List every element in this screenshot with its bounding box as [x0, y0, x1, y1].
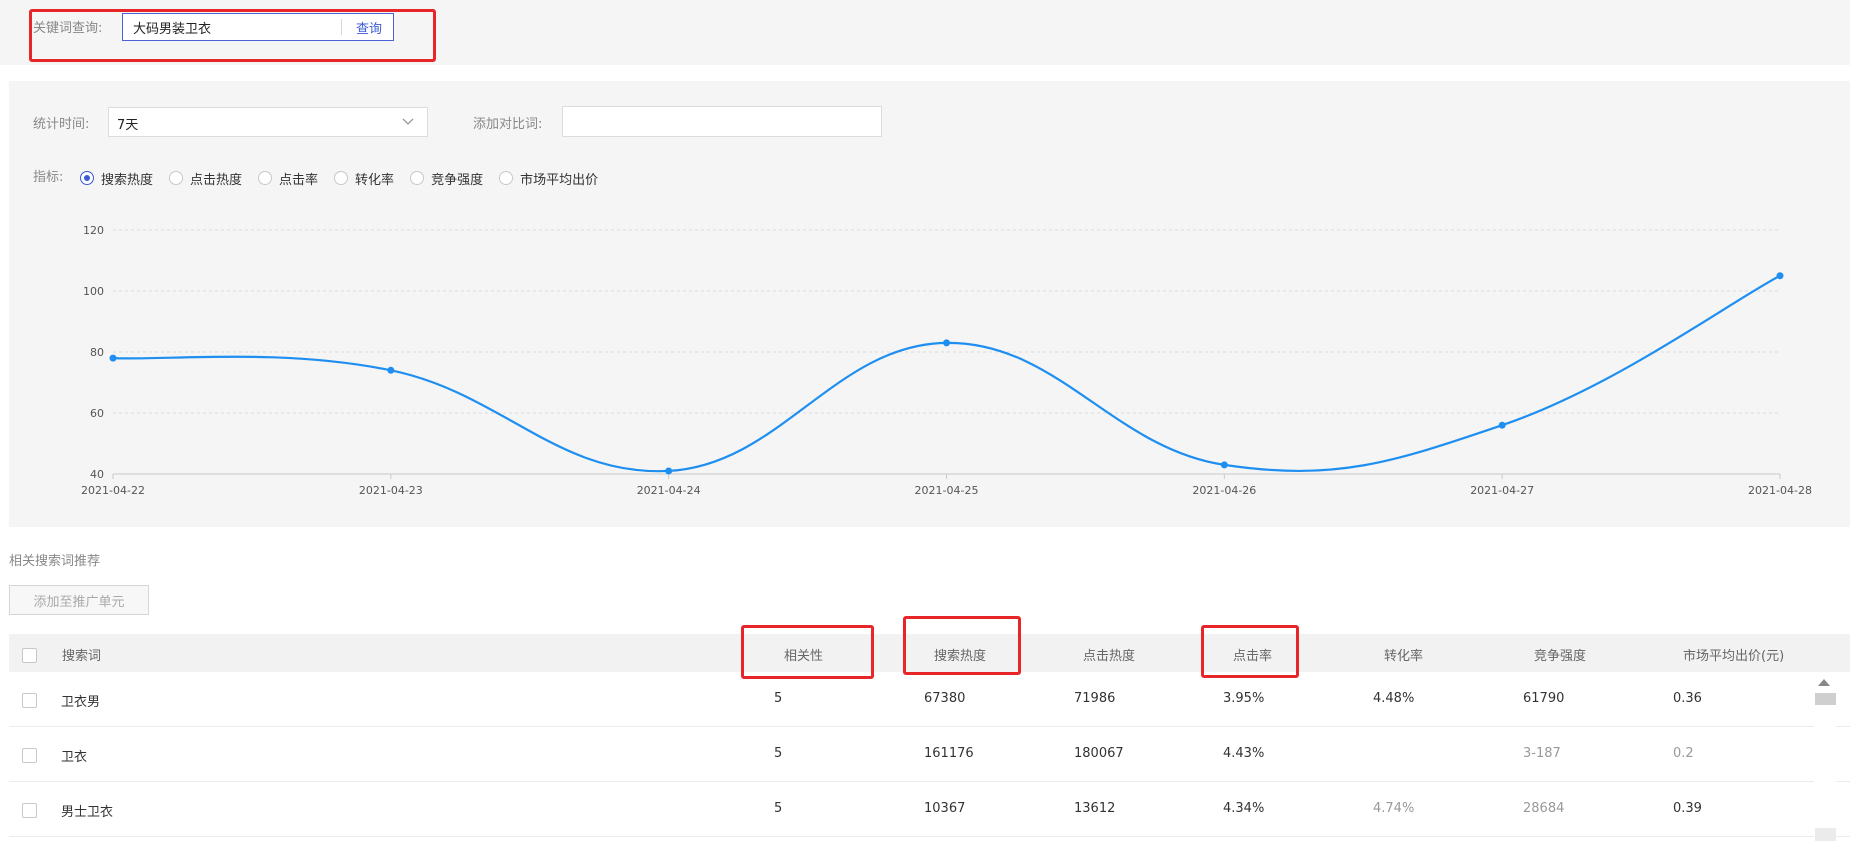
radio-icon [258, 171, 273, 185]
compare-keyword-input[interactable] [562, 106, 882, 137]
cell-ctr: 4.43% [1223, 746, 1265, 761]
cell-ctr: 4.34% [1223, 801, 1265, 816]
metric-option-label: 点击率 [279, 172, 319, 188]
cell-keyword: 男士卫衣 [61, 805, 114, 820]
table-header: 搜索词 相关性 搜索热度 点击热度 点击率 转化率 竞争强度 市场平均出价(元) [9, 634, 1850, 672]
cell-relevance: 5 [774, 746, 783, 761]
trend-chart-panel [9, 81, 1850, 527]
metric-radio-avg-bid[interactable]: 市场平均出价 [499, 169, 598, 188]
keyword-input[interactable] [133, 14, 343, 40]
related-keywords-title: 相关搜索词推荐 [9, 554, 101, 569]
keyword-search-panel: 关键词查询: 查询 [0, 0, 1850, 65]
cell-relevance: 5 [774, 691, 783, 706]
column-header-relevance[interactable]: 相关性 [784, 645, 823, 664]
radio-icon [169, 171, 184, 185]
scroll-up-arrow-icon[interactable] [1818, 679, 1830, 686]
metric-radio-group: 搜索热度 点击热度 点击率 转化率 竞争强度 市场平均出价 [80, 169, 614, 188]
row-checkbox[interactable] [22, 693, 37, 708]
time-range-label: 统计时间: [33, 117, 90, 132]
column-header-keyword[interactable]: 搜索词 [62, 645, 101, 664]
cell-competition: 3-187 [1523, 746, 1561, 761]
cell-click-heat: 71986 [1074, 691, 1116, 706]
keyword-label: 关键词查询: [33, 21, 103, 36]
metric-option-label: 竞争强度 [431, 172, 484, 188]
cell-competition: 61790 [1523, 691, 1565, 706]
column-header-avg-bid[interactable]: 市场平均出价(元) [1683, 645, 1784, 664]
metric-option-label: 转化率 [355, 172, 395, 188]
table-row[interactable]: 卫衣男 5 67380 71986 3.95% 4.48% 61790 0.36 [9, 672, 1850, 727]
metric-radio-click-heat[interactable]: 点击热度 [169, 169, 242, 188]
column-header-search-heat[interactable]: 搜索热度 [934, 645, 986, 664]
metric-radio-competition[interactable]: 竞争强度 [410, 169, 483, 188]
row-checkbox[interactable] [22, 748, 37, 763]
time-range-select[interactable]: 7天 [108, 107, 428, 137]
metric-radio-search-heat[interactable]: 搜索热度 [80, 169, 153, 188]
cell-avg-bid: 0.39 [1673, 801, 1702, 816]
cell-ctr: 3.95% [1223, 691, 1265, 706]
keyword-divider [341, 19, 342, 35]
cell-click-heat: 180067 [1074, 746, 1124, 761]
chevron-down-icon [402, 118, 414, 125]
column-header-ctr[interactable]: 点击率 [1233, 645, 1272, 664]
metric-radio-ctr[interactable]: 点击率 [258, 169, 318, 188]
metric-option-label: 点击热度 [190, 172, 243, 188]
cell-keyword: 卫衣 [61, 750, 88, 765]
time-range-value: 7天 [117, 118, 139, 133]
cell-conversion: 4.74% [1373, 801, 1415, 816]
scrollbar-thumb[interactable] [1815, 693, 1836, 705]
table-row[interactable]: 男士卫衣 5 10367 13612 4.34% 4.74% 28684 0.3… [9, 782, 1850, 837]
metric-radio-conversion[interactable]: 转化率 [334, 169, 394, 188]
query-button[interactable]: 查询 [343, 14, 395, 40]
column-header-competition[interactable]: 竞争强度 [1534, 645, 1586, 664]
compare-keyword-label: 添加对比词: [473, 117, 543, 132]
metric-option-label: 搜索热度 [101, 172, 154, 188]
cell-keyword: 卫衣男 [61, 695, 101, 710]
radio-icon [410, 171, 425, 185]
cell-conversion: 4.48% [1373, 691, 1415, 706]
cell-competition: 28684 [1523, 801, 1565, 816]
column-header-conversion[interactable]: 转化率 [1384, 645, 1423, 664]
cell-search-heat: 161176 [924, 746, 974, 761]
cell-click-heat: 13612 [1074, 801, 1116, 816]
scrollbar-bottom [1815, 828, 1836, 841]
radio-icon [334, 171, 349, 185]
metric-label: 指标: [33, 170, 64, 185]
keyword-search-box: 查询 [122, 13, 394, 41]
metric-option-label: 市场平均出价 [520, 172, 599, 188]
radio-icon [80, 171, 94, 185]
cell-search-heat: 67380 [924, 691, 966, 706]
radio-icon [499, 171, 514, 185]
column-header-click-heat[interactable]: 点击热度 [1083, 645, 1135, 664]
cell-relevance: 5 [774, 801, 783, 816]
select-all-checkbox[interactable] [22, 648, 37, 663]
table-row[interactable]: 卫衣 5 161176 180067 4.43% 3-187 0.2 [9, 727, 1850, 782]
row-checkbox[interactable] [22, 803, 37, 818]
add-to-promotion-unit-button[interactable]: 添加至推广单元 [9, 585, 149, 615]
cell-avg-bid: 0.36 [1673, 691, 1702, 706]
cell-search-heat: 10367 [924, 801, 966, 816]
cell-avg-bid: 0.2 [1673, 746, 1694, 761]
